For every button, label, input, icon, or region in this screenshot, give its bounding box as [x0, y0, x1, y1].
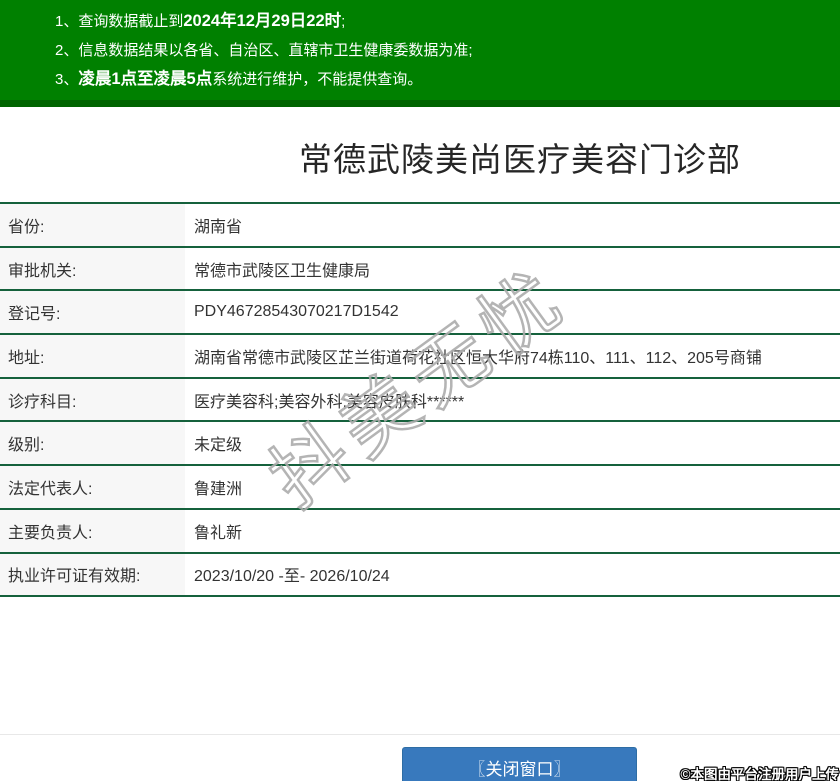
page-title: 常德武陵美尚医疗美容门诊部 [299, 141, 741, 178]
notice-bold-text: 2024年12月29日22时 [183, 12, 342, 30]
table-row-level: 级别: 未定级 [0, 422, 840, 467]
row-label: 级别: [0, 422, 185, 465]
row-label: 省份: [0, 204, 185, 246]
table-row-address: 地址: 湖南省常德市武陵区芷兰街道荷花社区恒大华府74栋110、111、112、… [0, 335, 840, 379]
row-label: 法定代表人: [0, 466, 185, 508]
table-row-province: 省份: 湖南省 [0, 204, 840, 248]
query-result-page: 1、查询数据截止到2024年12月29日22时; 2、信息数据结果以各省、自治区… [0, 0, 840, 781]
row-label: 主要负责人: [0, 509, 185, 552]
table-row-principal: 主要负责人: 鲁礼新 [0, 509, 840, 554]
footer-divider [0, 734, 840, 735]
table-row-approval-authority: 审批机关: 常德市武陵区卫生健康局 [0, 247, 840, 292]
row-value: 湖南省 [194, 218, 243, 236]
notice-text: 查询数据截止到 [78, 13, 184, 30]
row-value: 常德市武陵区卫生健康局 [194, 262, 371, 280]
table-row-treatment-subjects: 诊疗科目: 医疗美容科;美容外科;美容皮肤科****** [0, 378, 840, 423]
notice-text: 系统进行维护，不能提供查询。 [212, 71, 423, 88]
row-label: 执业许可证有效期: [0, 553, 185, 596]
notice-item-1: 1、查询数据截止到2024年12月29日22时; [55, 7, 830, 36]
notice-number: 2、 [55, 42, 79, 59]
notice-banner: 1、查询数据截止到2024年12月29日22时; 2、信息数据结果以各省、自治区… [0, 0, 840, 107]
notice-text: ; [341, 13, 346, 30]
notice-bold-text: 凌晨1点至凌晨5点 [78, 70, 213, 88]
table-row-legal-representative: 法定代表人: 鲁建洲 [0, 466, 840, 510]
row-value: 鲁礼新 [194, 524, 243, 542]
row-value: 医疗美容科;美容外科;美容皮肤科****** [194, 393, 465, 411]
table-row-license-validity: 执业许可证有效期: 2023/10/20 -至- 2026/10/24 [0, 553, 840, 598]
notice-text: 信息数据结果以各省、自治区、直辖市卫生健康委数据为准; [78, 42, 473, 59]
row-value: 湖南省常德市武陵区芷兰街道荷花社区恒大华府74栋110、111、112、205号… [194, 349, 762, 367]
row-label: 地址: [0, 335, 185, 377]
row-value: 未定级 [194, 437, 243, 455]
row-label: 诊疗科目: [0, 378, 185, 421]
notice-number: 1、 [55, 13, 79, 30]
details-table: 省份: 湖南省 审批机关: 常德市武陵区卫生健康局 登记号: PDY467285… [0, 202, 840, 598]
row-label: 登记号: [0, 291, 185, 334]
row-value: 2023/10/20 -至- 2026/10/24 [194, 568, 390, 586]
notice-item-3: 3、凌晨1点至凌晨5点系统进行维护，不能提供查询。 [55, 65, 830, 94]
copyright-watermark: ©本图由平台注册用户上传 [680, 767, 839, 781]
close-window-button[interactable]: 〖关闭窗口〗 [402, 747, 637, 781]
notice-number: 3、 [55, 71, 79, 88]
table-row-registration-number: 登记号: PDY46728543070217D1542 [0, 291, 840, 336]
row-label: 审批机关: [0, 247, 185, 290]
row-value: PDY46728543070217D1542 [194, 303, 399, 321]
row-value: 鲁建洲 [194, 480, 243, 498]
notice-item-2: 2、信息数据结果以各省、自治区、直辖市卫生健康委数据为准; [55, 36, 830, 65]
